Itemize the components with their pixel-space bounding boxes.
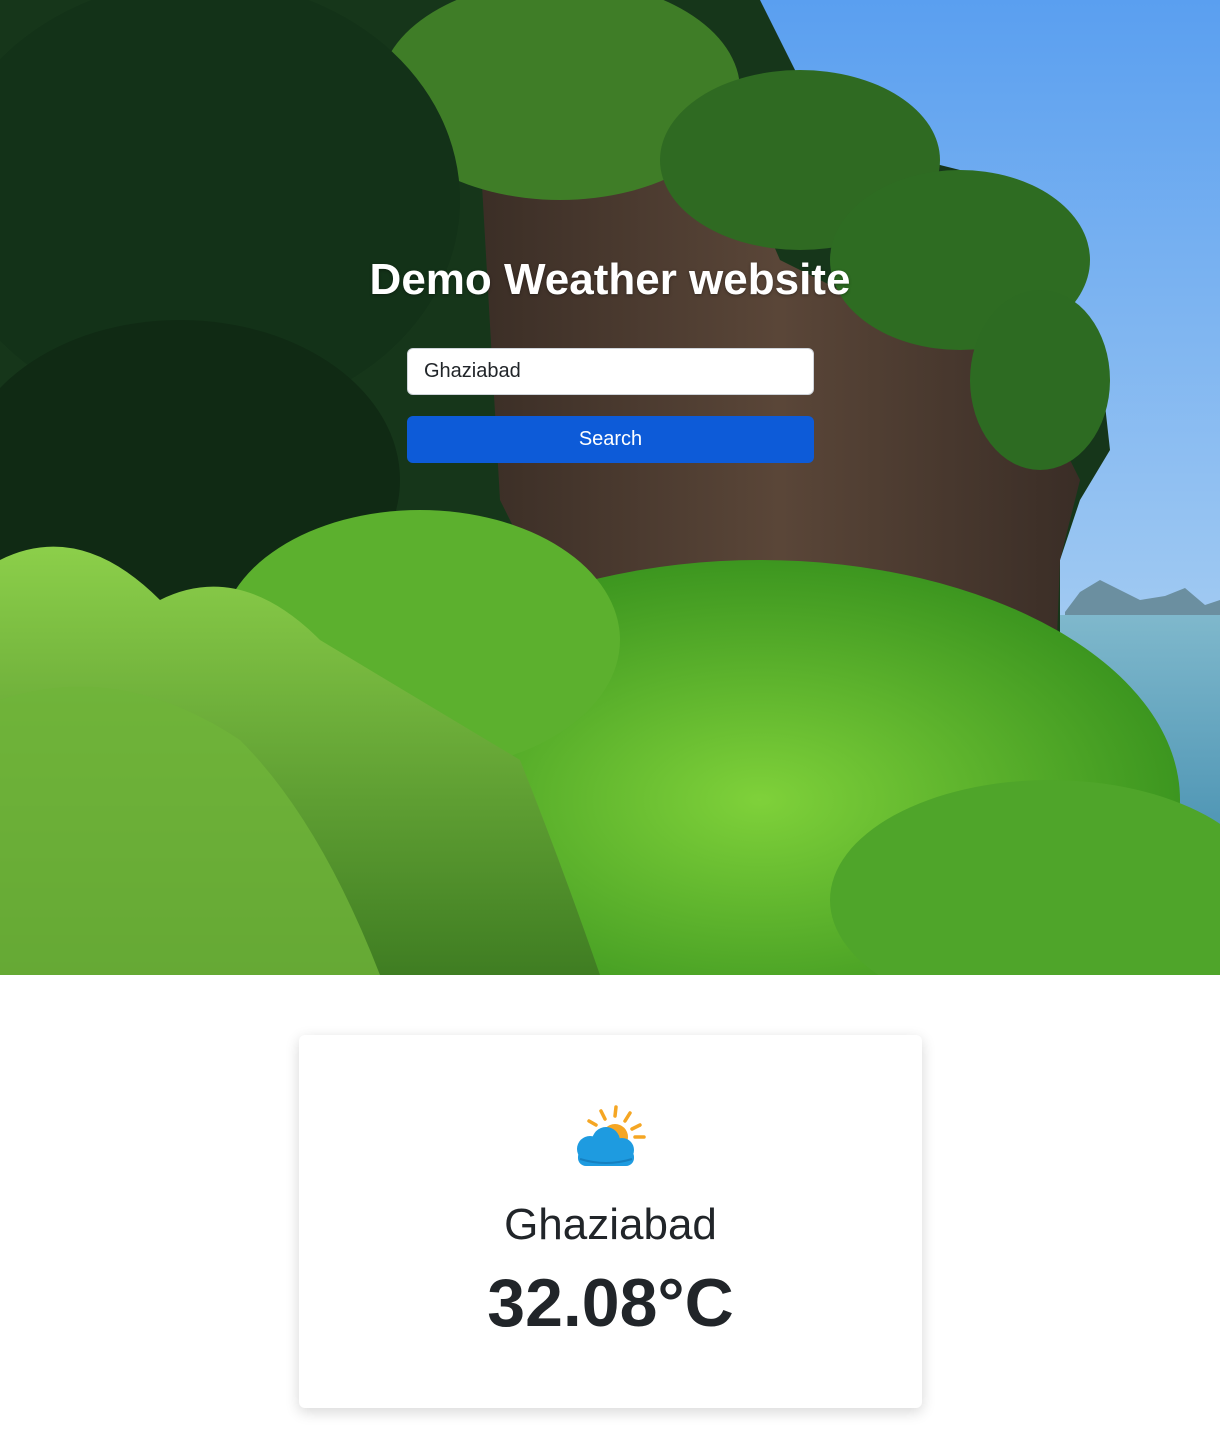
search-button[interactable]: Search [407,416,814,463]
city-search-input[interactable] [407,348,814,395]
search-panel: Demo Weather website Search [0,0,1220,975]
hero-section: Demo Weather website Search [0,0,1220,975]
temperature-value: 32.08°C [487,1265,734,1341]
page-title: Demo Weather website [369,255,851,304]
weather-card: Ghaziabad 32.08°C [299,1035,922,1408]
city-name: Ghaziabad [504,1200,717,1249]
partly-cloudy-icon [577,1105,646,1166]
